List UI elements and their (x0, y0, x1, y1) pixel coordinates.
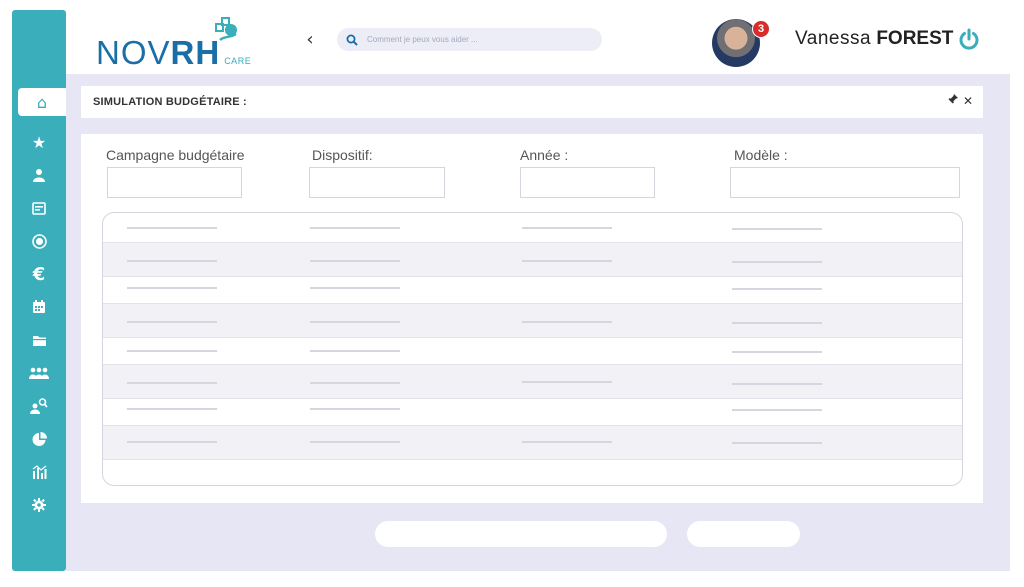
cell-placeholder (732, 409, 822, 411)
cell-placeholder (732, 351, 822, 353)
modele-field[interactable] (730, 167, 960, 198)
logo-mark-icon (215, 17, 237, 41)
simulation-panel: Campagne budgétaire Dispositif: Année : … (81, 134, 983, 503)
logo-text-bold: RH (170, 34, 221, 71)
cell-placeholder (127, 287, 217, 289)
cell-placeholder (310, 321, 400, 323)
folder-icon[interactable] (12, 325, 66, 355)
star-icon[interactable]: ★ (12, 127, 66, 157)
calendar-icon[interactable] (12, 292, 66, 322)
dispositif-label: Dispositif: (312, 147, 373, 163)
search-bar[interactable] (337, 28, 602, 51)
table-row[interactable] (103, 337, 962, 364)
pie-chart-icon[interactable] (12, 424, 66, 454)
user-last-name: FOREST (876, 28, 954, 49)
card-icon[interactable] (12, 193, 66, 223)
stats-icon[interactable] (12, 457, 66, 487)
campagne-field[interactable] (107, 167, 242, 198)
sidebar: ⌂ ★ € (12, 10, 66, 571)
cell-placeholder (522, 260, 612, 262)
logo-subtitle: CARE (224, 56, 252, 66)
target-icon[interactable] (12, 226, 66, 256)
logo-text-thin: NOV (96, 34, 171, 71)
cell-placeholder (127, 227, 217, 229)
page-title-bar: SIMULATION BUDGÉTAIRE : ✕ (81, 86, 983, 118)
back-chevron-icon[interactable]: ‹ (302, 30, 318, 50)
cell-placeholder (310, 227, 400, 229)
cell-placeholder (310, 382, 400, 384)
cell-placeholder (310, 441, 400, 443)
pin-icon[interactable] (948, 94, 958, 108)
notification-badge[interactable]: 3 (752, 20, 770, 38)
cell-placeholder (732, 261, 822, 263)
cell-placeholder (127, 350, 217, 352)
secondary-action-button[interactable] (687, 521, 800, 547)
annee-field[interactable] (520, 167, 655, 198)
cell-placeholder (310, 260, 400, 262)
cell-placeholder (522, 227, 612, 229)
app-logo[interactable]: NOVRH CARE (96, 17, 252, 71)
user-search-icon[interactable] (12, 391, 66, 421)
gear-icon[interactable] (12, 490, 66, 520)
cell-placeholder (310, 287, 400, 289)
cell-placeholder (732, 288, 822, 290)
cell-placeholder (127, 408, 217, 410)
dispositif-field[interactable] (309, 167, 445, 198)
cell-placeholder (127, 382, 217, 384)
cell-placeholder (522, 381, 612, 383)
cell-placeholder (310, 350, 400, 352)
table-row[interactable] (103, 364, 962, 398)
search-input[interactable] (367, 35, 587, 44)
cell-placeholder (522, 441, 612, 443)
cell-placeholder (732, 228, 822, 230)
table-row[interactable] (103, 213, 962, 242)
table-row[interactable] (103, 242, 962, 276)
close-icon[interactable]: ✕ (963, 94, 973, 108)
primary-action-button[interactable] (375, 521, 667, 547)
modele-label: Modèle : (734, 147, 788, 163)
table-row[interactable] (103, 459, 962, 485)
home-icon[interactable]: ⌂ (18, 88, 66, 116)
page-title: SIMULATION BUDGÉTAIRE : (93, 96, 247, 108)
search-icon (346, 34, 358, 46)
cell-placeholder (732, 322, 822, 324)
annee-label: Année : (520, 147, 569, 163)
table-row[interactable] (103, 425, 962, 459)
table-row[interactable] (103, 303, 962, 337)
cell-placeholder (127, 260, 217, 262)
results-table (102, 212, 963, 486)
table-row[interactable] (103, 398, 962, 425)
cell-placeholder (732, 383, 822, 385)
cell-placeholder (310, 408, 400, 410)
cell-placeholder (127, 321, 217, 323)
euro-icon[interactable]: € (12, 259, 66, 289)
power-icon[interactable] (958, 28, 980, 50)
user-first-name: Vanessa (795, 28, 872, 49)
cell-placeholder (732, 442, 822, 444)
user-icon[interactable] (12, 160, 66, 190)
user-name: Vanessa FOREST (795, 28, 953, 50)
team-icon[interactable] (12, 358, 66, 388)
table-row[interactable] (103, 276, 962, 303)
cell-placeholder (522, 321, 612, 323)
cell-placeholder (127, 441, 217, 443)
campagne-label: Campagne budgétaire (106, 147, 245, 163)
